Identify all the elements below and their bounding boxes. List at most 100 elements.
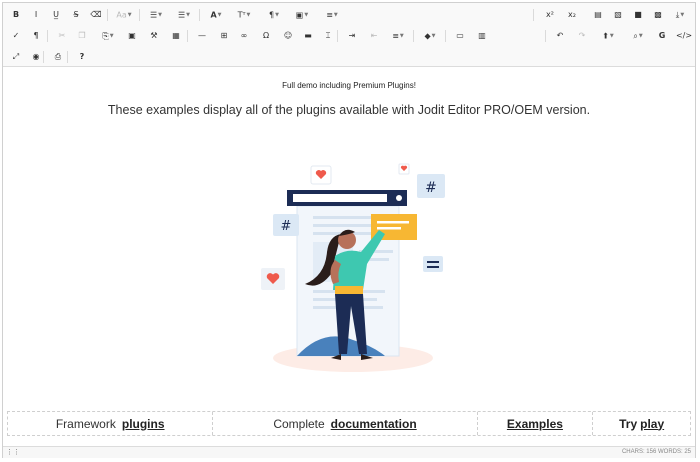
ordered-list-button[interactable]: ☰▼	[173, 5, 195, 25]
framework-label: Framework	[55, 416, 116, 431]
media-glyph-icon: ▥	[478, 31, 486, 40]
emoji-icon[interactable]: ☺	[279, 26, 297, 46]
chevron-down-icon: ▼	[333, 12, 338, 18]
examples-cell: Examples	[478, 412, 594, 435]
unordered-list-button[interactable]: ☰▼	[145, 5, 167, 25]
undo-icon[interactable]: ↶	[551, 26, 569, 46]
toolbar-separator	[337, 30, 338, 42]
help-icon[interactable]: ?	[73, 47, 91, 67]
play-link[interactable]: play	[640, 417, 664, 431]
editor-content[interactable]: Full demo including Premium Plugins! The…	[3, 68, 695, 445]
chevron-down-icon: ▼	[158, 12, 163, 18]
chevron-down-icon: ▼	[431, 33, 436, 39]
source-icon[interactable]: </>	[675, 26, 693, 46]
print-icon[interactable]: ⎙	[49, 47, 67, 67]
toolbar-separator	[445, 30, 446, 42]
iframe-icon[interactable]: ▭	[451, 26, 469, 46]
google-icon[interactable]: G	[653, 26, 671, 46]
button-glyph-icon: ▬	[304, 31, 312, 40]
bold-button[interactable]: B	[7, 5, 25, 25]
indent-glyph-icon: ⇥	[348, 31, 356, 40]
template-button[interactable]: ▣▼	[291, 5, 313, 25]
paste-button[interactable]: ⎘▼	[97, 26, 119, 46]
demo-subtitle: These examples display all of the plugin…	[107, 103, 591, 117]
horizontal-rule-icon[interactable]: —	[193, 26, 211, 46]
source-glyph-icon: </>	[675, 31, 693, 40]
resize-handle-icon[interactable]: ⋮⋮	[6, 448, 20, 456]
chevron-down-icon: ▼	[638, 33, 643, 39]
documentation-link[interactable]: documentation	[331, 417, 417, 431]
page-break-glyph-icon: ⌶	[325, 31, 331, 40]
plugins-link[interactable]: plugins	[122, 417, 165, 431]
page-break-icon[interactable]: ⌶	[319, 26, 337, 46]
upload-button[interactable]: ⬆▼	[597, 26, 619, 46]
table-glyph-icon: ⊞	[220, 31, 228, 40]
link-icon[interactable]: ∞	[235, 26, 253, 46]
toolbar-separator	[199, 9, 200, 21]
print-glyph-icon: ⎙	[54, 52, 62, 61]
format-painter-icon[interactable]: ⚒	[145, 26, 163, 46]
button-icon[interactable]: ▬	[299, 26, 317, 46]
toolbar-separator	[107, 9, 108, 21]
font-glyph-icon: A	[210, 10, 217, 20]
select-all-icon[interactable]: ▣	[123, 26, 141, 46]
paragraph-mark-glyph-icon: ¶	[33, 31, 39, 40]
font-size-button[interactable]: Aa▼	[113, 5, 135, 25]
copy-format-glyph-icon: ▦	[172, 31, 180, 40]
spellcheck-glyph-icon: ✓	[12, 31, 20, 40]
iframe-glyph-icon: ▭	[456, 31, 464, 40]
text-size-button[interactable]: Tᵀ▼	[233, 5, 255, 25]
try-cell: Try play	[593, 412, 690, 435]
framework-cell: Framework plugins	[8, 412, 214, 435]
link-glyph-icon: ∞	[240, 31, 248, 40]
toolbar-row-3: ⤢ ◉ ⎙?	[3, 47, 695, 67]
examples-link[interactable]: Examples	[507, 417, 563, 431]
toolbar-separator	[67, 51, 68, 63]
copy-format-icon[interactable]: ▦	[167, 26, 185, 46]
links-table: Framework plugins Complete documentation…	[7, 411, 691, 436]
strikethrough-button[interactable]: S̶	[67, 5, 85, 25]
unordered-list-glyph-icon: ☰	[149, 10, 158, 20]
copy-glyph-icon: ❐	[78, 31, 86, 40]
eraser-icon[interactable]: ⌫	[87, 5, 105, 25]
paste-glyph-icon: ⎘	[102, 31, 109, 41]
woman-browser-illustration: # #	[261, 163, 445, 372]
documentation-cell: Complete documentation	[213, 412, 478, 435]
outdent-icon[interactable]: ⇤	[365, 26, 383, 46]
download-button[interactable]: ⤓▼	[669, 5, 691, 25]
outdent-glyph-icon: ⇤	[370, 31, 378, 40]
format-painter-glyph-icon: ⚒	[150, 31, 158, 40]
align-button[interactable]: ≡▼	[321, 5, 343, 25]
fullscreen-icon[interactable]: ⤢	[7, 47, 25, 67]
demo-title: Full demo including Premium Plugins!	[282, 81, 416, 90]
video-icon[interactable]: ■	[629, 5, 647, 25]
paragraph-button[interactable]: ¶▼	[263, 5, 285, 25]
toolbar-separator	[139, 9, 140, 21]
file-icon[interactable]: ▤	[589, 5, 607, 25]
text-size-glyph-icon: Tᵀ	[237, 10, 246, 20]
image-icon[interactable]: ▧	[609, 5, 627, 25]
subscript-button[interactable]: x₂	[563, 5, 581, 25]
chevron-down-icon: ▼	[186, 12, 191, 18]
paragraph-glyph-icon: ¶	[269, 10, 275, 20]
toolbar: B I U̲ S̶ ⌫ Aa▼ ☰▼ ☰▼ A▼ Tᵀ▼ ¶▼ ▣▼ ≡▼ x² x₂ ▤ ▧ ■ ▩ ⤓▼ ✓ ¶ ✂ ❐…	[3, 3, 695, 67]
copy-icon[interactable]: ❐	[73, 26, 91, 46]
underline-button[interactable]: U̲	[47, 5, 65, 25]
special-char-icon[interactable]: Ω	[257, 26, 275, 46]
preview-glyph-icon: ◉	[32, 52, 40, 61]
bookmark-icon[interactable]: ▩	[649, 5, 667, 25]
superscript-button[interactable]: x²	[541, 5, 559, 25]
redo-icon[interactable]: ↷	[573, 26, 591, 46]
paragraph-mark-icon[interactable]: ¶	[27, 26, 45, 46]
video-glyph-icon: ■	[634, 10, 642, 19]
italic-button[interactable]: I	[27, 5, 45, 25]
align-left-button[interactable]: ≡▼	[387, 26, 409, 46]
font-button[interactable]: A▼	[205, 5, 227, 25]
media-icon[interactable]: ▥	[473, 26, 491, 46]
table-icon[interactable]: ⊞	[215, 26, 233, 46]
color-button[interactable]: ◆▼	[419, 26, 441, 46]
indent-icon[interactable]: ⇥	[343, 26, 361, 46]
cut-icon[interactable]: ✂	[53, 26, 71, 46]
spellcheck-icon[interactable]: ✓	[7, 26, 25, 46]
find-button[interactable]: ⌕▼	[627, 26, 649, 46]
